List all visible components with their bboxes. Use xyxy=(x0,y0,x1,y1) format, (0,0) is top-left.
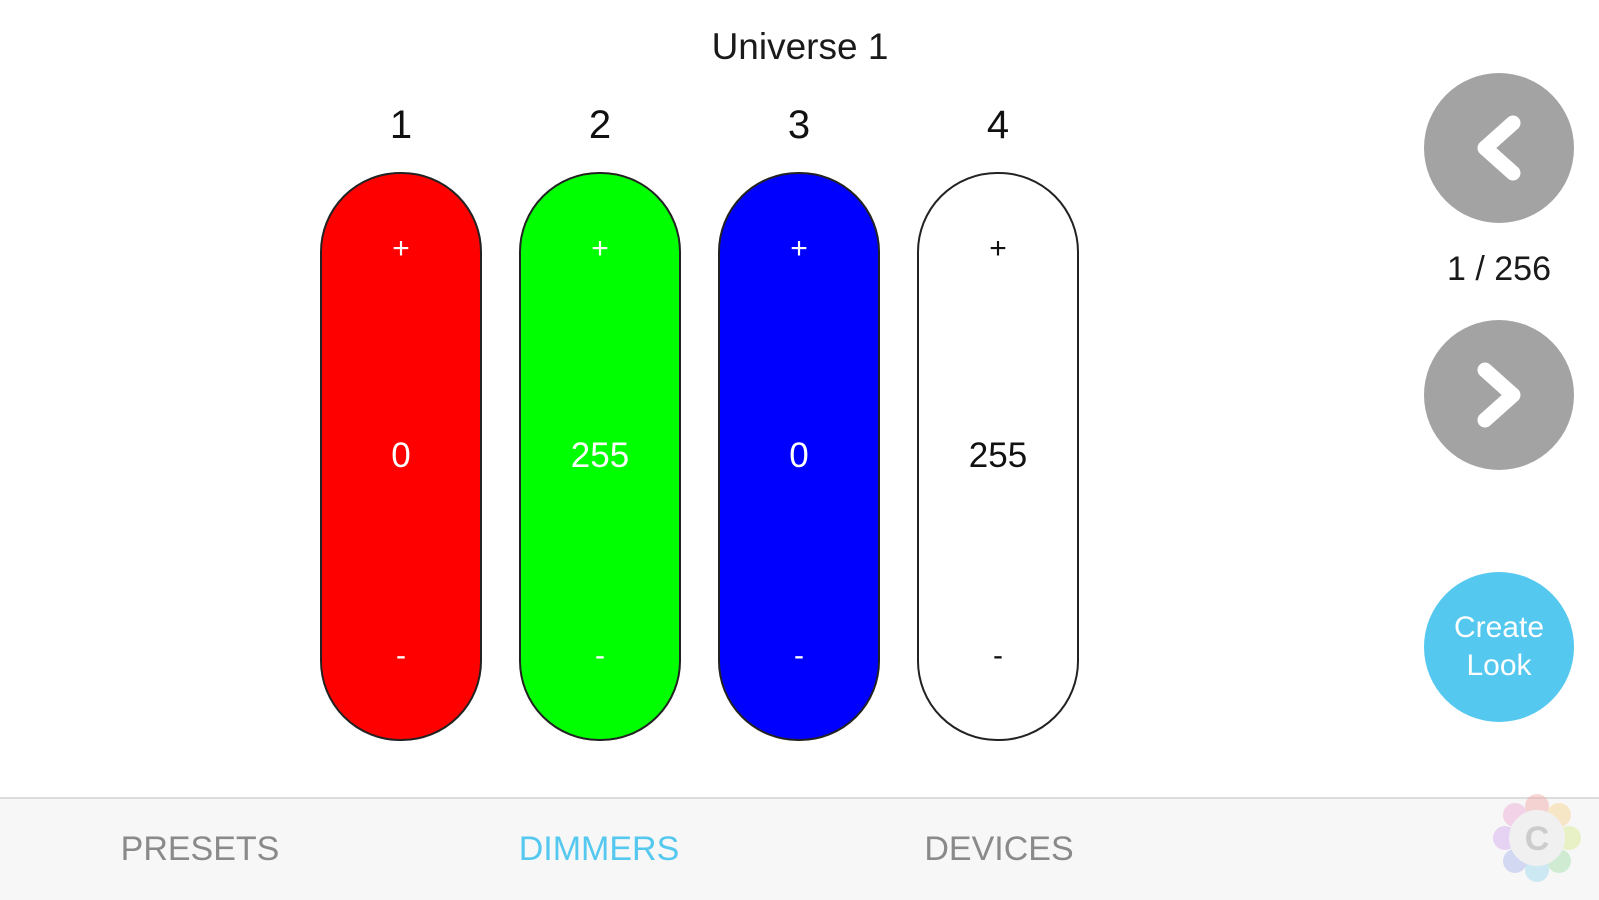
watermark-letter: C xyxy=(1525,820,1550,858)
chevron-left-icon xyxy=(1477,115,1521,181)
page-indicator: 1 / 256 xyxy=(1447,250,1551,288)
increase-button[interactable]: + xyxy=(521,232,679,266)
channel-value: 0 xyxy=(391,436,411,475)
channel-value: 0 xyxy=(789,436,809,475)
channel-number: 2 xyxy=(588,103,612,147)
channel-fader[interactable]: + 255 - xyxy=(519,172,681,741)
channel-3: 3 + 0 - xyxy=(718,95,880,741)
next-page-button[interactable] xyxy=(1424,320,1574,470)
increase-button[interactable]: + xyxy=(919,232,1077,266)
channel-fader[interactable]: + 255 - xyxy=(917,172,1079,741)
channel-number: 3 xyxy=(787,103,811,147)
channel-fader[interactable]: + 0 - xyxy=(320,172,482,741)
channel-number: 1 xyxy=(389,103,413,147)
tab-presets[interactable]: PRESETS xyxy=(100,799,300,900)
channel-number: 4 xyxy=(986,103,1010,147)
channel-fader[interactable]: + 0 - xyxy=(718,172,880,741)
decrease-button[interactable]: - xyxy=(322,639,480,673)
increase-button[interactable]: + xyxy=(720,232,878,266)
channel-2: 2 + 255 - xyxy=(519,95,681,741)
chevron-right-icon xyxy=(1477,362,1521,428)
channel-4: 4 + 255 - xyxy=(917,95,1079,741)
decrease-button[interactable]: - xyxy=(521,639,679,673)
dimmers-screen: Universe 1 1 + 0 - 2 + 255 - 3 + 0 - 4 +… xyxy=(0,0,1599,900)
create-look-button[interactable]: Create Look xyxy=(1424,572,1574,722)
previous-page-button[interactable] xyxy=(1424,73,1574,223)
channel-value: 255 xyxy=(968,436,1028,475)
increase-button[interactable]: + xyxy=(322,232,480,266)
tab-bar: PRESETS DIMMERS DEVICES xyxy=(0,797,1599,900)
decrease-button[interactable]: - xyxy=(720,639,878,673)
channel-1: 1 + 0 - xyxy=(320,95,482,741)
decrease-button[interactable]: - xyxy=(919,639,1077,673)
universe-title: Universe 1 xyxy=(711,26,889,67)
tab-devices[interactable]: DEVICES xyxy=(899,799,1099,900)
tab-dimmers[interactable]: DIMMERS xyxy=(499,799,699,900)
channel-value: 255 xyxy=(570,436,630,475)
logo-watermark-icon: C xyxy=(1493,794,1581,882)
